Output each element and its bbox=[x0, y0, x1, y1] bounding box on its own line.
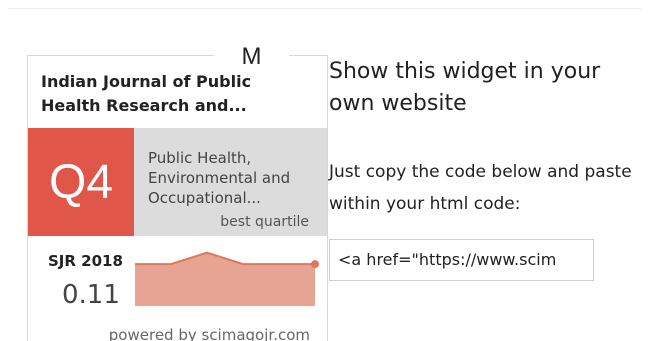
embed-code-field[interactable]: <a href="https://www.scim bbox=[329, 239, 594, 281]
copy-instructions: Just copy the code below and paste withi… bbox=[329, 162, 632, 214]
sjr-trend-area bbox=[135, 252, 315, 306]
overlay-letter: M bbox=[214, 42, 289, 74]
sjr-label: SJR 2018 bbox=[48, 252, 123, 270]
powered-by-link[interactable]: powered by scimagojr.com bbox=[88, 326, 327, 341]
sjr-trend-latest-point bbox=[311, 260, 319, 269]
widget-heading: Show this widget in your own website bbox=[329, 59, 601, 116]
sjr-value: 0.11 bbox=[62, 280, 120, 310]
sjr-trend-sparkline bbox=[135, 251, 319, 306]
journal-widget-card[interactable]: Indian Journal of Public Health Research… bbox=[27, 55, 328, 341]
best-quartile-label: best quartile bbox=[220, 214, 309, 230]
subject-area: Public Health, Environmental and Occupat… bbox=[148, 149, 291, 207]
quartile-badge: Q4 bbox=[28, 128, 134, 236]
top-divider bbox=[8, 8, 641, 9]
journal-title: Indian Journal of Public Health Research… bbox=[41, 72, 252, 115]
